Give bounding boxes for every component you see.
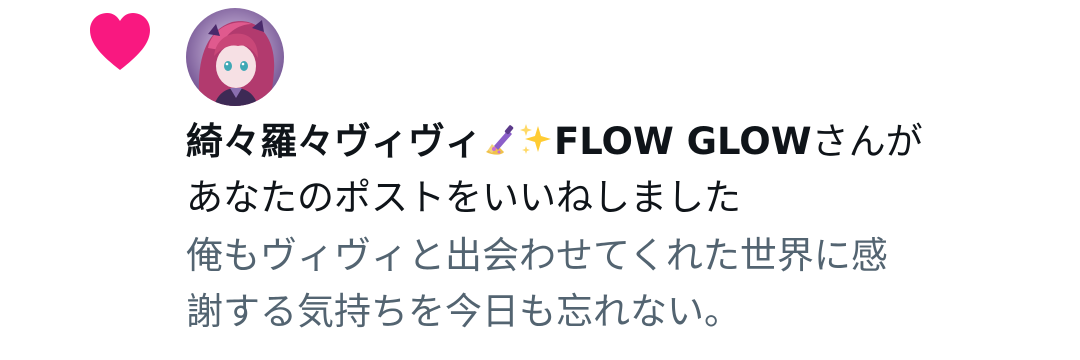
liked-post-text[interactable]: 俺もヴィヴィと出会わせてくれた世界に感 謝する気持ちを今日も忘れない。	[186, 228, 1066, 340]
heart-icon	[90, 13, 150, 70]
user-name-link[interactable]: 綺々羅々ヴィヴィ FLOW GLOW	[186, 120, 812, 163]
sparkles-emoji	[518, 120, 554, 172]
post-text-line-2: 謝する気持ちを今日も忘れない。	[186, 290, 741, 333]
action-suffix: さんが	[811, 120, 923, 163]
action-text: あなたのポストをいいねしました	[186, 176, 741, 219]
user-name-suffix: FLOW GLOW	[554, 120, 812, 163]
notification-headline: 綺々羅々ヴィヴィ FLOW GLOWさんが あなたのポストをいいねしました	[186, 116, 1066, 224]
user-name-text: 綺々羅々ヴィヴィ	[186, 120, 482, 163]
post-text-line-1: 俺もヴィヴィと出会わせてくれた世界に感	[186, 234, 888, 277]
like-notification[interactable]: 綺々羅々ヴィヴィ FLOW GLOWさんが あなたのポストをいいねしました 俺もヴ…	[0, 0, 1080, 360]
notification-content: 綺々羅々ヴィヴィ FLOW GLOWさんが あなたのポストをいいねしました 俺もヴ…	[186, 116, 1066, 340]
user-avatar[interactable]	[186, 8, 284, 106]
nail-polish-emoji	[482, 120, 518, 172]
